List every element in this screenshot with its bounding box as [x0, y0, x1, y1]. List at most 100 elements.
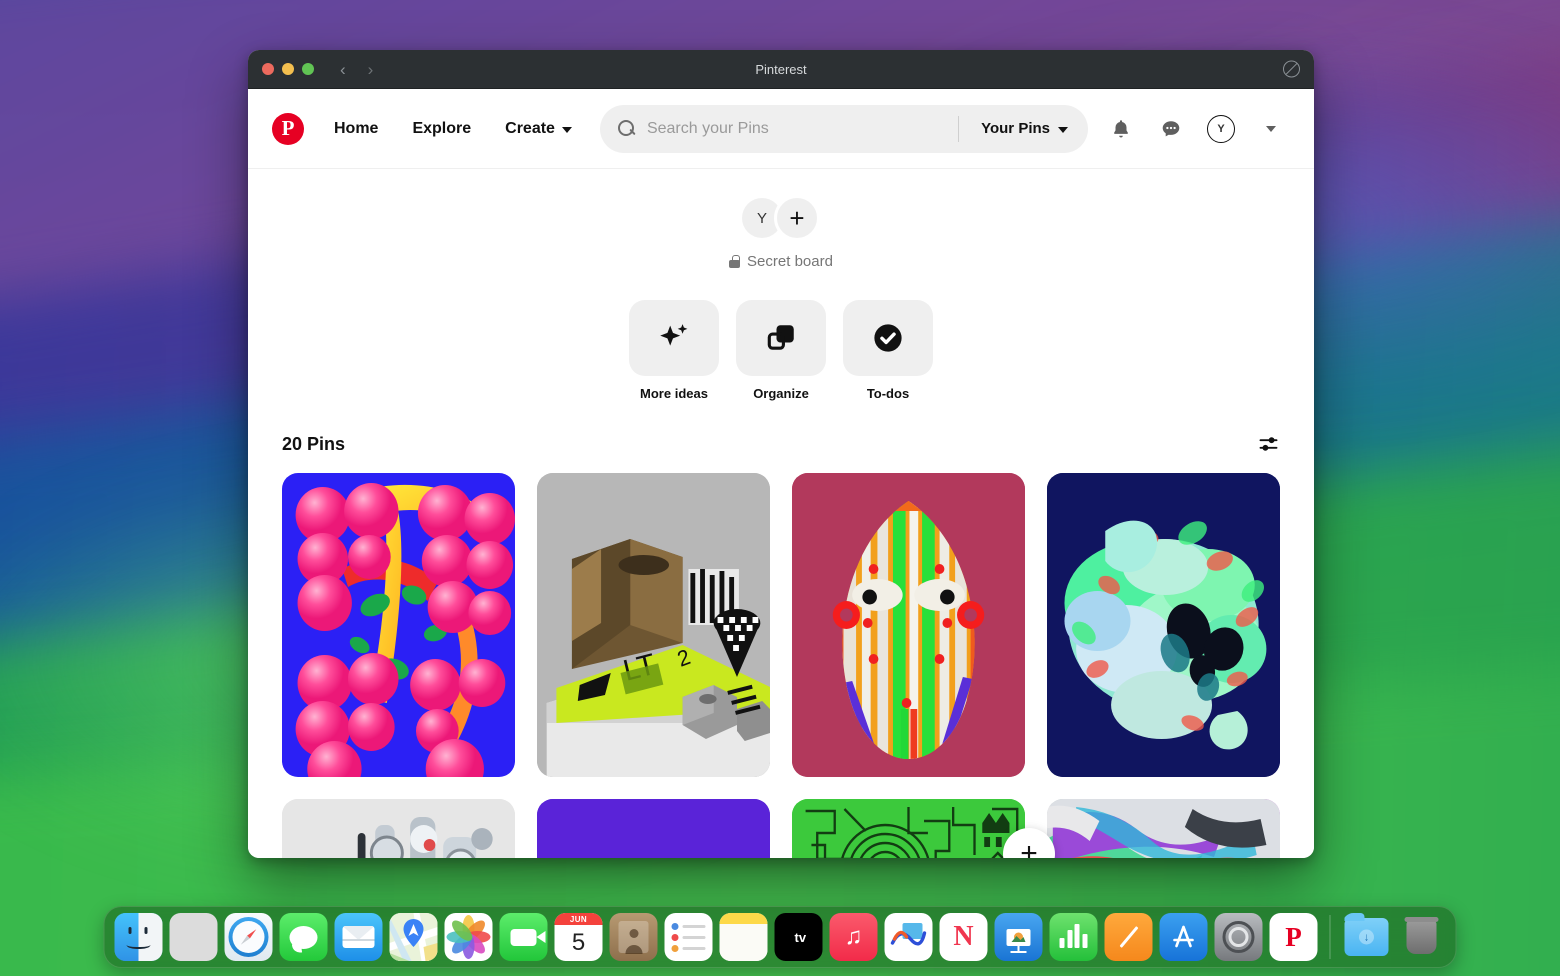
dock-item-pinterest[interactable]: P — [1269, 913, 1318, 961]
action-todos[interactable]: To-dos — [843, 300, 933, 401]
nav-item-explore[interactable]: Explore — [398, 110, 485, 148]
board-privacy: Secret board — [248, 253, 1314, 270]
dock-item-tv[interactable]: tv — [774, 913, 823, 961]
maximize-button[interactable] — [302, 63, 314, 75]
app-store-icon — [1173, 925, 1194, 948]
forward-button[interactable]: › — [368, 61, 374, 78]
maps-icon — [389, 913, 438, 961]
dock-item-trash[interactable] — [1398, 913, 1446, 961]
dock-item-downloads[interactable]: ↓ — [1343, 913, 1391, 961]
primary-nav: Home Explore Create — [320, 110, 586, 148]
pin-chrome-machine-grey[interactable] — [282, 799, 515, 858]
contacts-icon — [618, 921, 649, 954]
gear-icon — [1228, 927, 1249, 947]
board-actions: More ideas Organize To-dos — [248, 300, 1314, 401]
lock-icon — [729, 255, 741, 268]
dock-item-freeform[interactable] — [884, 913, 933, 961]
tv-icon: tv — [790, 929, 807, 945]
bell-icon — [1114, 119, 1128, 137]
action-more-ideas-label: More ideas — [640, 386, 708, 401]
dock-item-maps[interactable] — [389, 913, 438, 961]
sparkle-icon — [660, 324, 688, 346]
nav-item-home-label: Home — [334, 119, 379, 137]
search-divider — [958, 115, 960, 142]
dock-item-safari[interactable] — [224, 913, 273, 961]
action-organize[interactable]: Organize — [736, 300, 826, 401]
mail-icon — [342, 926, 375, 948]
collaborators-row: Y + — [248, 195, 1314, 241]
pin-purple-blob-violet[interactable] — [537, 799, 770, 858]
dock-item-music[interactable]: ♫ — [829, 913, 878, 961]
check-circle-icon — [874, 324, 902, 352]
organize-tile[interactable] — [736, 300, 826, 376]
dock-item-photos[interactable] — [444, 913, 493, 961]
minimize-button[interactable] — [282, 63, 294, 75]
nav-item-home[interactable]: Home — [320, 110, 392, 148]
account-menu-button[interactable] — [1250, 108, 1292, 150]
pin-3d-lime-diorama[interactable]: LT 2 — [537, 473, 770, 777]
add-collaborator-button[interactable]: + — [774, 195, 820, 241]
header-actions: Y — [1100, 108, 1292, 150]
pinterest-logo-icon[interactable]: P — [272, 112, 304, 145]
search-bar[interactable]: Your Pins — [599, 104, 1088, 153]
pin-artwork — [282, 473, 515, 777]
pin-circuit-green[interactable] — [792, 799, 1025, 858]
board-content: Y + Secret board More ideas Organize To-… — [248, 169, 1314, 858]
nav-item-create[interactable]: Create — [491, 110, 586, 148]
todos-tile[interactable] — [843, 300, 933, 376]
back-button[interactable]: ‹ — [340, 61, 346, 78]
keynote-icon-base — [1010, 951, 1027, 953]
chevron-down-icon — [1058, 126, 1068, 133]
search-icon — [617, 120, 635, 137]
action-organize-label: Organize — [753, 386, 809, 401]
board-header: Y + Secret board More ideas Organize To-… — [248, 169, 1314, 401]
dock-item-notes[interactable] — [719, 913, 768, 961]
nav-item-explore-label: Explore — [412, 119, 472, 137]
dock-item-launchpad[interactable] — [169, 913, 218, 961]
pin-neon-swirl-navy[interactable] — [1047, 473, 1280, 777]
pin-striped-face-crimson[interactable] — [792, 473, 1025, 777]
notes-icon-header — [719, 913, 768, 924]
dock-item-reminders[interactable] — [664, 913, 713, 961]
dock-item-keynote[interactable] — [994, 913, 1043, 961]
pins-count-label: 20 Pins — [282, 433, 346, 454]
dock-item-facetime[interactable] — [499, 913, 548, 961]
window-traffic-lights[interactable] — [262, 63, 314, 75]
pin-rainbow-feathers[interactable] — [1047, 799, 1280, 858]
window-titlebar[interactable]: ‹ › Pinterest — [248, 50, 1314, 89]
dock-item-contacts[interactable] — [609, 913, 658, 961]
close-button[interactable] — [262, 63, 274, 75]
dock-item-calendar[interactable]: JUN 5 — [554, 913, 603, 961]
dock-item-mail[interactable] — [334, 913, 383, 961]
notes-icon — [719, 924, 768, 961]
search-scope-dropdown[interactable]: Your Pins — [965, 110, 1084, 147]
trash-icon — [1404, 916, 1439, 954]
search-input[interactable] — [634, 119, 953, 138]
calendar-month-label: JUN — [554, 913, 603, 925]
sliders-icon — [1259, 437, 1278, 451]
window-nav-arrows[interactable]: ‹ › — [340, 61, 373, 78]
action-more-ideas[interactable]: More ideas — [629, 300, 719, 401]
pin-pink-blobs-blue[interactable] — [282, 473, 515, 777]
filter-button[interactable] — [1254, 429, 1284, 459]
nav-item-create-label: Create — [505, 119, 555, 137]
messages-button[interactable] — [1150, 108, 1192, 150]
chevron-down-icon — [1266, 125, 1276, 132]
pins-toolbar: 20 Pins — [248, 401, 1314, 473]
dock-item-numbers[interactable] — [1049, 913, 1098, 961]
more-ideas-tile[interactable] — [629, 300, 719, 376]
dock-item-app-store[interactable] — [1159, 913, 1208, 961]
dock-item-pages[interactable] — [1104, 913, 1153, 961]
dock-item-system-settings[interactable] — [1214, 913, 1263, 961]
photos-icon — [446, 915, 491, 959]
avatar: Y — [1207, 114, 1235, 143]
dock-item-news[interactable]: N — [939, 913, 988, 961]
account-avatar-button[interactable]: Y — [1200, 108, 1242, 150]
calendar-day-label: 5 — [571, 929, 586, 956]
share-extension-icon[interactable] — [1283, 60, 1300, 78]
notifications-button[interactable] — [1100, 108, 1142, 150]
finder-icon — [115, 913, 163, 961]
dock-item-finder[interactable] — [114, 913, 163, 961]
music-icon: ♫ — [844, 923, 863, 950]
dock-item-messages[interactable] — [279, 913, 328, 961]
